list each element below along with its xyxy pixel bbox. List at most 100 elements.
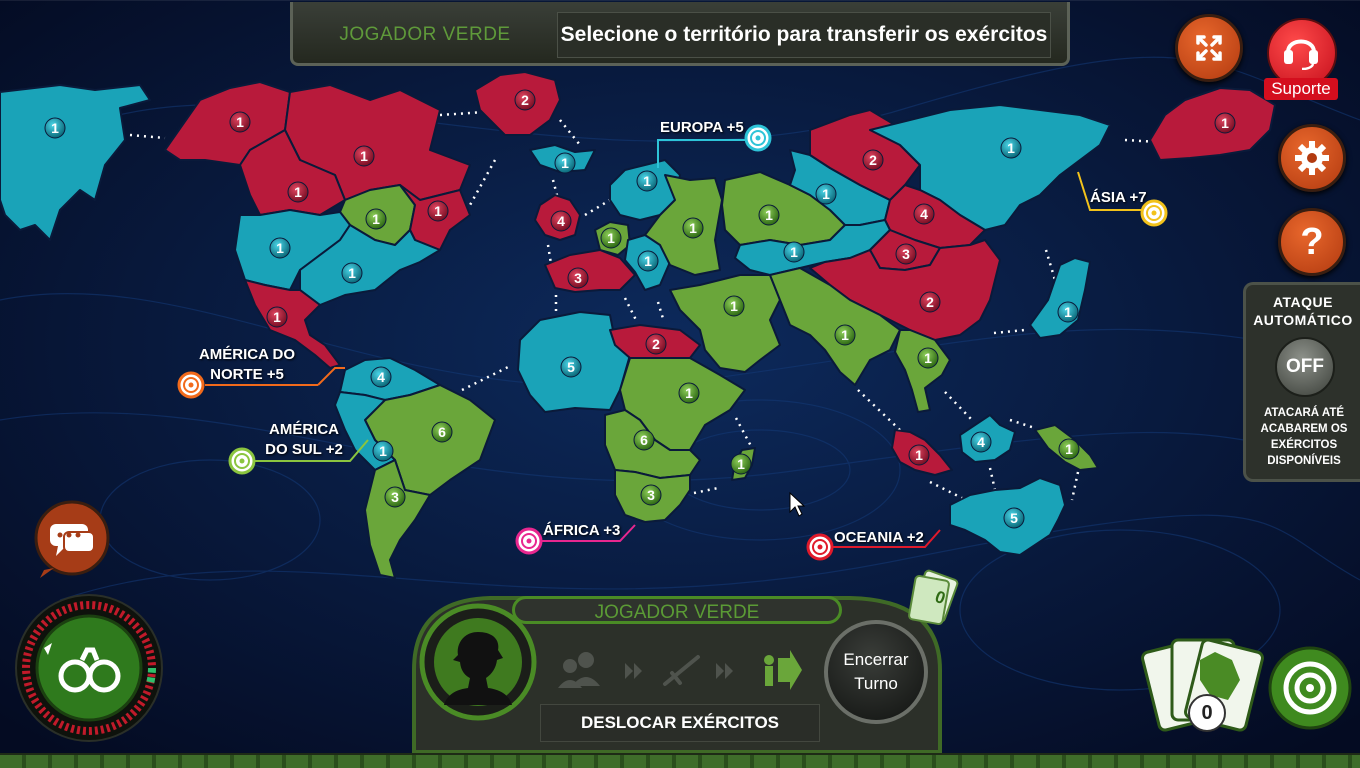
army-marker-ural[interactable]: 1 xyxy=(758,204,780,226)
auto-attack-desc-line3: EXÉRCITOS xyxy=(1270,439,1338,451)
army-count: 6 xyxy=(640,432,648,448)
army-count: 1 xyxy=(822,186,830,202)
army-marker-siberia[interactable]: 1 xyxy=(815,183,837,205)
gear-icon xyxy=(1295,141,1329,175)
army-count: 1 xyxy=(372,211,380,227)
auto-attack-desc-line1: ATACARÁ ATÉ xyxy=(1263,407,1345,419)
target-icon-south-america xyxy=(228,447,256,475)
army-marker-brazil[interactable]: 6 xyxy=(431,421,453,443)
army-count: 1 xyxy=(1065,441,1073,457)
army-marker-east-africa[interactable]: 1 xyxy=(678,382,700,404)
army-marker-east-us[interactable]: 1 xyxy=(341,262,363,284)
chat-toggle-button[interactable] xyxy=(36,502,108,574)
army-marker-new-guinea[interactable]: 4 xyxy=(970,431,992,453)
army-count: 1 xyxy=(434,203,442,219)
target-toggle-button[interactable] xyxy=(1270,648,1350,728)
army-marker-northwest[interactable]: 1 xyxy=(229,111,251,133)
army-count: 1 xyxy=(607,230,615,246)
current-player-label: JOGADOR VERDE xyxy=(339,24,511,45)
army-count: 2 xyxy=(869,152,877,168)
army-count: 2 xyxy=(521,92,529,108)
army-marker-ontario[interactable]: 1 xyxy=(365,208,387,230)
army-marker-alberta[interactable]: 1 xyxy=(287,181,309,203)
army-marker-south-africa[interactable]: 3 xyxy=(640,484,662,506)
army-marker-south-europe[interactable]: 1 xyxy=(637,250,659,272)
army-marker-west-us[interactable]: 1 xyxy=(269,237,291,259)
army-marker-alaska[interactable]: 1 xyxy=(44,117,66,139)
help-button[interactable]: ? xyxy=(1278,208,1346,276)
support-button[interactable]: Suporte xyxy=(1264,18,1338,104)
army-count: 5 xyxy=(567,359,575,375)
continent-label-north-america: AMÉRICA DO NORTE +5 xyxy=(198,346,296,383)
army-count: 3 xyxy=(902,246,910,262)
end-turn-line1: Encerrar xyxy=(843,650,909,669)
army-marker-venezuela[interactable]: 4 xyxy=(370,366,392,388)
territory-shading xyxy=(0,0,1360,1)
fullscreen-button[interactable] xyxy=(1175,14,1243,82)
army-count: 2 xyxy=(652,336,660,352)
army-marker-egypt[interactable]: 2 xyxy=(645,333,667,355)
army-marker-japan[interactable]: 1 xyxy=(1057,301,1079,323)
army-count: 3 xyxy=(574,270,582,286)
army-marker-india[interactable]: 1 xyxy=(834,324,856,346)
army-marker-kamchatka[interactable]: 1 xyxy=(1000,137,1022,159)
army-marker-central-america[interactable]: 1 xyxy=(266,306,288,328)
army-count: 1 xyxy=(841,327,849,343)
army-count: 1 xyxy=(273,309,281,325)
army-marker-argentina[interactable]: 3 xyxy=(384,486,406,508)
army-marker-west-europe[interactable]: 3 xyxy=(567,267,589,289)
army-marker-afghanistan[interactable]: 1 xyxy=(783,241,805,263)
binoculars-button[interactable] xyxy=(16,595,162,741)
turn-player-name: JOGADOR VERDE xyxy=(512,596,842,624)
end-turn-button[interactable]: Encerrar Turno xyxy=(824,620,928,724)
army-count: 1 xyxy=(730,298,738,314)
army-count: 1 xyxy=(689,220,697,236)
army-count: 1 xyxy=(236,114,244,130)
army-marker-congo[interactable]: 6 xyxy=(633,429,655,451)
army-marker-canada-mid[interactable]: 1 xyxy=(353,145,375,167)
army-marker-yakutsk[interactable]: 2 xyxy=(862,149,884,171)
army-marker-ukraine[interactable]: 1 xyxy=(682,217,704,239)
settings-button[interactable] xyxy=(1278,124,1346,192)
army-marker-australia[interactable]: 5 xyxy=(1003,507,1025,529)
headset-icon xyxy=(1284,39,1318,70)
army-marker-scandinavia[interactable]: 1 xyxy=(636,170,658,192)
army-count: 1 xyxy=(360,148,368,164)
army-marker-peru[interactable]: 1 xyxy=(372,440,394,462)
army-marker-siam[interactable]: 1 xyxy=(917,347,939,369)
army-marker-china[interactable]: 2 xyxy=(919,291,941,313)
fullscreen-icon xyxy=(1196,35,1222,61)
phase-label: DESLOCAR EXÉRCITOS xyxy=(540,704,820,742)
army-marker-iceland[interactable]: 1 xyxy=(554,152,576,174)
auto-attack-title-line1: ATAQUE xyxy=(1272,294,1334,310)
auto-attack-panel: ATAQUE AUTOMÁTICO OFF ATACARÁ ATÉ ACABAR… xyxy=(1243,282,1360,482)
army-count: 1 xyxy=(915,447,923,463)
auto-attack-desc-line4: DISPONÍVEIS xyxy=(1267,455,1341,467)
army-marker-pacific-island[interactable]: 1 xyxy=(1058,438,1080,460)
army-marker-north-europe[interactable]: 1 xyxy=(600,227,622,249)
army-marker-north-africa[interactable]: 5 xyxy=(560,356,582,378)
auto-attack-toggle[interactable]: OFF xyxy=(1275,337,1335,397)
end-turn-line2: Turno xyxy=(854,674,898,693)
support-label: Suporte xyxy=(1264,78,1338,100)
army-marker-uk[interactable]: 4 xyxy=(550,210,572,232)
turn-panel: JOGADOR VERDE DESLOCAR EXÉRCITOS Encerra… xyxy=(414,596,940,752)
auto-attack-title-line2: AUTOMÁTICO xyxy=(1253,312,1353,328)
army-count: 1 xyxy=(924,350,932,366)
army-count: 5 xyxy=(1010,510,1018,526)
army-count: 1 xyxy=(644,253,652,269)
army-marker-greenland[interactable]: 2 xyxy=(514,89,536,111)
army-marker-east-kamchatka[interactable]: 1 xyxy=(1214,112,1236,134)
army-marker-indonesia[interactable]: 1 xyxy=(908,444,930,466)
army-marker-middle-east[interactable]: 1 xyxy=(723,295,745,317)
army-marker-mongolia[interactable]: 3 xyxy=(895,243,917,265)
army-count: 4 xyxy=(377,369,385,385)
army-count: 1 xyxy=(685,385,693,401)
army-marker-madagascar[interactable]: 1 xyxy=(730,453,752,475)
card-deck-button[interactable] xyxy=(1150,635,1260,730)
army-count: 4 xyxy=(557,213,565,229)
army-marker-quebec[interactable]: 1 xyxy=(427,200,449,222)
continent-label-oceania: OCEANIA +2 xyxy=(834,529,924,546)
army-marker-irkutsk[interactable]: 4 xyxy=(913,203,935,225)
continent-label-africa: ÁFRICA +3 xyxy=(543,522,621,539)
